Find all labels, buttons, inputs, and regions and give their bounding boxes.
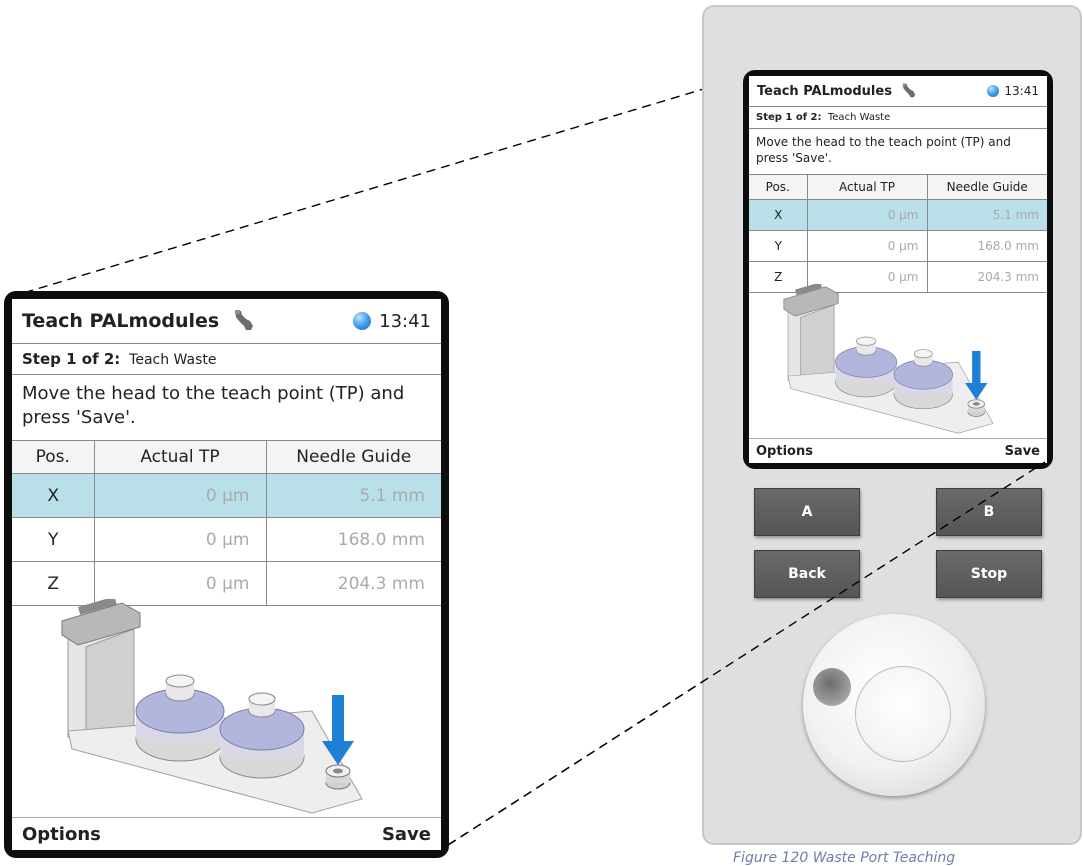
zoom-callout-lines-overlay xyxy=(447,461,1046,846)
figure-caption: Figure 120 Waste Port Teaching xyxy=(733,850,956,866)
